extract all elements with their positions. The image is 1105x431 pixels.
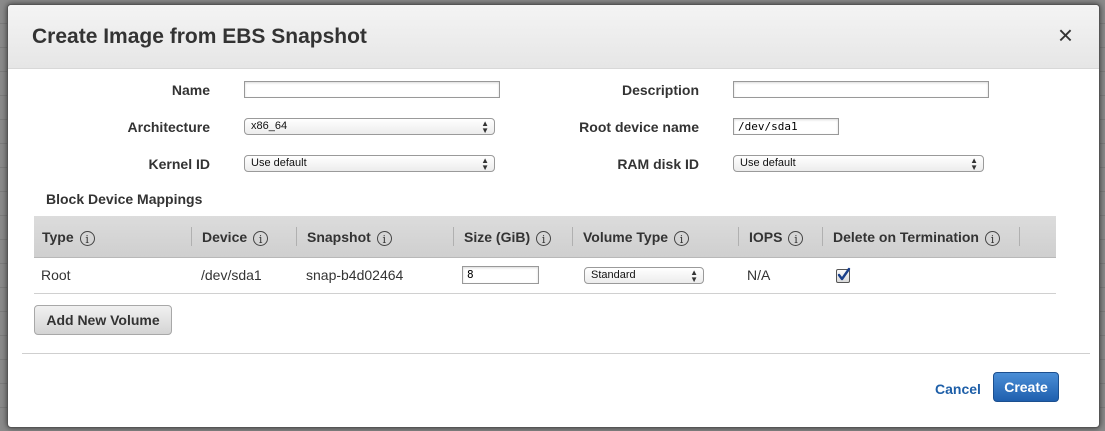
architecture-select[interactable]: x86_64 ▲ ▼ (244, 118, 495, 135)
info-icon[interactable]: i (376, 231, 392, 246)
column-separator (1019, 227, 1020, 246)
info-icon[interactable]: i (788, 231, 804, 246)
row-type: Root (41, 267, 71, 283)
kernel-id-label: Kernel ID (148, 156, 210, 172)
select-arrows-icon: ▲ ▼ (690, 268, 698, 284)
cancel-button[interactable]: Cancel (935, 381, 981, 397)
info-icon[interactable]: i (984, 231, 1000, 246)
name-input[interactable] (244, 81, 500, 98)
volume-type-select[interactable]: Standard ▲ ▼ (584, 267, 704, 284)
create-button[interactable]: Create (993, 372, 1059, 402)
column-header-label: Snapshot (307, 229, 371, 245)
row-snapshot: snap-b4d02464 (306, 267, 404, 283)
architecture-label: Architecture (127, 119, 210, 135)
root-device-input[interactable]: /dev/sda1 (733, 118, 839, 135)
select-arrows-icon: ▲ ▼ (481, 119, 489, 135)
name-label: Name (171, 82, 210, 98)
checkmark-icon (837, 267, 851, 281)
column-header-size: Size (GiB) i (464, 229, 552, 246)
column-header-type: Type i (42, 229, 95, 246)
row-iops: N/A (747, 267, 771, 283)
description-input[interactable] (733, 81, 989, 98)
kernel-id-select-value: Use default (251, 157, 307, 169)
select-arrows-icon: ▲ ▼ (481, 156, 489, 172)
column-header-label: Size (GiB) (464, 229, 531, 245)
close-icon[interactable]: × (1058, 22, 1073, 48)
column-header-label: Volume Type (583, 229, 669, 245)
column-separator (453, 227, 454, 246)
column-separator (296, 227, 297, 246)
column-header-device: Device i (202, 229, 269, 246)
ramdisk-id-select-value: Use default (740, 157, 796, 169)
architecture-select-value: x86_64 (251, 120, 288, 132)
column-separator (572, 227, 573, 246)
dialog-title: Create Image from EBS Snapshot (32, 25, 367, 48)
column-header-label: Delete on Termination (833, 229, 979, 245)
select-arrows-icon: ▲ ▼ (970, 156, 978, 172)
column-header-label: Type (42, 229, 74, 245)
root-device-label: Root device name (579, 119, 699, 135)
info-icon[interactable]: i (536, 231, 552, 246)
column-header-label: IOPS (749, 229, 783, 245)
volume-type-select-value: Standard (591, 269, 636, 281)
column-header-snapshot: Snapshot i (307, 229, 392, 246)
column-separator (191, 227, 192, 246)
ramdisk-id-label: RAM disk ID (617, 156, 699, 172)
column-separator (738, 227, 739, 246)
info-icon[interactable]: i (79, 231, 95, 246)
size-input[interactable]: 8 (462, 266, 539, 284)
info-icon[interactable]: i (674, 231, 690, 246)
column-header-volume-type: Volume Type i (583, 229, 690, 246)
info-icon[interactable]: i (253, 231, 269, 246)
column-separator (822, 227, 823, 246)
row-divider (34, 293, 1056, 294)
delete-on-termination-checkbox[interactable] (836, 267, 851, 283)
kernel-id-select[interactable]: Use default ▲ ▼ (244, 155, 495, 172)
column-header-delete-on-termination: Delete on Termination i (833, 229, 1000, 246)
create-image-dialog: Create Image from EBS Snapshot × Name De… (7, 4, 1100, 428)
row-device: /dev/sda1 (201, 267, 262, 283)
add-new-volume-button[interactable]: Add New Volume (34, 305, 172, 335)
column-header-label: Device (202, 229, 248, 245)
ramdisk-id-select[interactable]: Use default ▲ ▼ (733, 155, 984, 172)
description-label: Description (621, 82, 699, 98)
footer-divider (22, 353, 1090, 354)
dialog-header: Create Image from EBS Snapshot × (8, 5, 1099, 69)
block-device-mappings-heading: Block Device Mappings (46, 191, 203, 207)
mappings-table-header: Type i Device i Snapshot i Size (GiB) i Volu… (34, 216, 1056, 258)
column-header-iops: IOPS i (749, 229, 804, 246)
